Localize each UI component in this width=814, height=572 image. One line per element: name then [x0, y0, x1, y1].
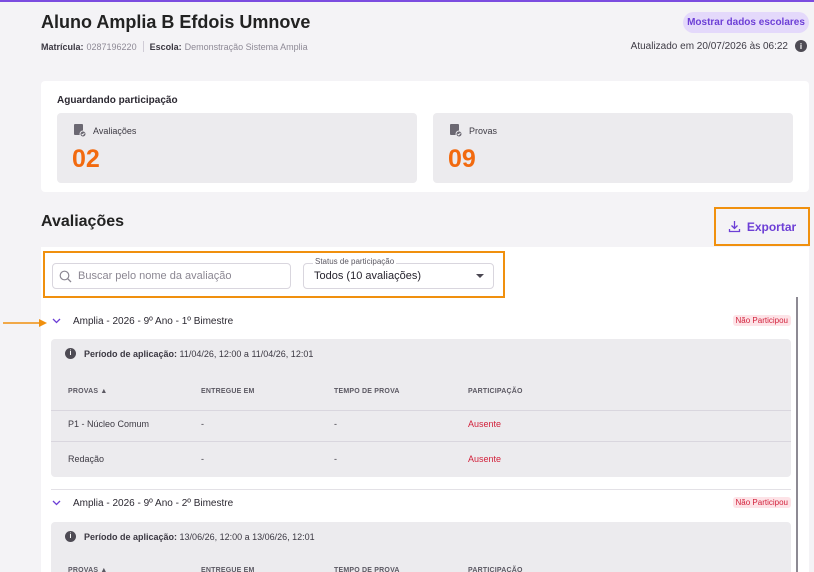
column-header-entregue: ENTREGUE EM — [201, 567, 255, 572]
cell-entregue: - — [201, 454, 204, 464]
top-accent-line — [0, 0, 814, 2]
export-button[interactable]: Exportar — [714, 207, 810, 246]
status-select-label: Status de participação — [313, 257, 397, 266]
search-field[interactable] — [52, 263, 291, 289]
stat-value: 09 — [448, 145, 476, 173]
application-period: i Período de aplicação: 11/04/26, 12:00 … — [65, 348, 313, 359]
escola-label: Escola: — [149, 41, 182, 52]
evaluation-group-header[interactable]: Amplia - 2026 - 9º Ano - 2º Bimestre Não… — [52, 493, 792, 513]
cell-tempo: - — [334, 419, 337, 429]
cell-entregue: - — [201, 419, 204, 429]
column-header-provas[interactable]: PROVAS ▲ — [68, 388, 108, 395]
cell-tempo: - — [334, 454, 337, 464]
document-check-icon — [74, 124, 86, 137]
matricula-value: 0287196220 — [86, 41, 137, 52]
chevron-down-icon[interactable] — [52, 498, 66, 509]
cell-participacao: Ausente — [468, 454, 502, 464]
period-value: 11/04/26, 12:00 a 11/04/26, 12:01 — [179, 348, 314, 359]
evaluation-title: Amplia - 2026 - 9º Ano - 2º Bimestre — [73, 497, 234, 509]
sort-up-icon: ▲ — [100, 567, 108, 572]
group-divider — [51, 489, 791, 490]
search-icon — [59, 270, 72, 282]
column-header-entregue: ENTREGUE EM — [201, 388, 255, 395]
evaluation-group-panel: i Período de aplicação: 13/06/26, 12:00 … — [51, 522, 791, 572]
student-meta: Matrícula: 0287196220 Escola: Demonstraç… — [41, 41, 308, 52]
show-school-data-button[interactable]: Mostrar dados escolares — [683, 12, 809, 33]
column-header-provas[interactable]: PROVAS ▲ — [68, 567, 108, 572]
updated-timestamp: Atualizado em 20/07/2026 às 06:22 — [630, 41, 788, 52]
search-input[interactable] — [78, 270, 278, 282]
cell-participacao: Ausente — [468, 419, 502, 429]
waiting-title: Aguardando participação — [57, 95, 178, 106]
info-icon[interactable]: i — [795, 40, 807, 52]
evaluation-group-panel: i Período de aplicação: 11/04/26, 12:00 … — [51, 339, 791, 477]
stat-provas: Provas 09 — [433, 113, 793, 183]
status-badge: Não Participou — [732, 497, 791, 508]
chevron-down-icon[interactable] — [52, 316, 66, 327]
stat-value: 02 — [72, 145, 100, 173]
status-select-value: Todos (10 avaliações) — [314, 270, 422, 282]
table-row: P1 - Núcleo Comum - - Ausente — [51, 407, 791, 442]
period-value: 13/06/26, 12:00 a 13/06/26, 12:01 — [179, 531, 315, 542]
export-label: Exportar — [746, 219, 797, 234]
table-header: PROVAS ▲ ENTREGUE EM TEMPO DE PROVA PART… — [51, 557, 791, 572]
escola-value: Demonstração Sistema Amplia — [184, 41, 308, 52]
column-header-participacao: PARTICIPAÇÃO — [468, 388, 523, 395]
cell-prova: Redação — [68, 454, 105, 464]
evaluation-title: Amplia - 2026 - 9º Ano - 1º Bimestre — [73, 315, 234, 327]
table-row: Redação - - Ausente — [51, 442, 791, 477]
download-icon — [728, 221, 740, 233]
stat-label: Provas — [469, 126, 498, 136]
status-select[interactable]: Status de participação Todos (10 avaliaç… — [303, 257, 494, 289]
info-icon: i — [65, 348, 76, 359]
status-badge: Não Participou — [732, 315, 791, 326]
period-label: Período de aplicação: — [84, 531, 178, 542]
stat-label: Avaliações — [93, 126, 137, 136]
student-name: Aluno Amplia B Efdois Umnove — [41, 12, 311, 32]
scrollbar[interactable] — [796, 297, 798, 572]
evaluation-group-header[interactable]: Amplia - 2026 - 9º Ano - 1º Bimestre Não… — [52, 311, 792, 331]
table-header: PROVAS ▲ ENTREGUE EM TEMPO DE PROVA PART… — [51, 374, 791, 411]
document-check-icon — [450, 124, 462, 137]
matricula-label: Matrícula: — [41, 41, 84, 52]
stat-avaliacoes: Avaliações 02 — [57, 113, 417, 183]
waiting-participation-card: Aguardando participação Avaliações 02 Pr… — [41, 81, 809, 192]
caret-down-icon — [476, 274, 484, 278]
section-title: Avaliações — [41, 213, 125, 230]
arrow-right-icon — [3, 319, 47, 327]
application-period: i Período de aplicação: 13/06/26, 12:00 … — [65, 531, 315, 542]
column-header-participacao: PARTICIPAÇÃO — [468, 567, 523, 572]
cell-prova: P1 - Núcleo Comum — [68, 419, 150, 429]
column-header-tempo: TEMPO DE PROVA — [334, 567, 400, 572]
column-header-tempo: TEMPO DE PROVA — [334, 388, 400, 395]
sort-up-icon: ▲ — [100, 388, 108, 395]
period-label: Período de aplicação: — [84, 348, 178, 359]
meta-separator — [142, 41, 144, 52]
info-icon: i — [65, 531, 76, 542]
